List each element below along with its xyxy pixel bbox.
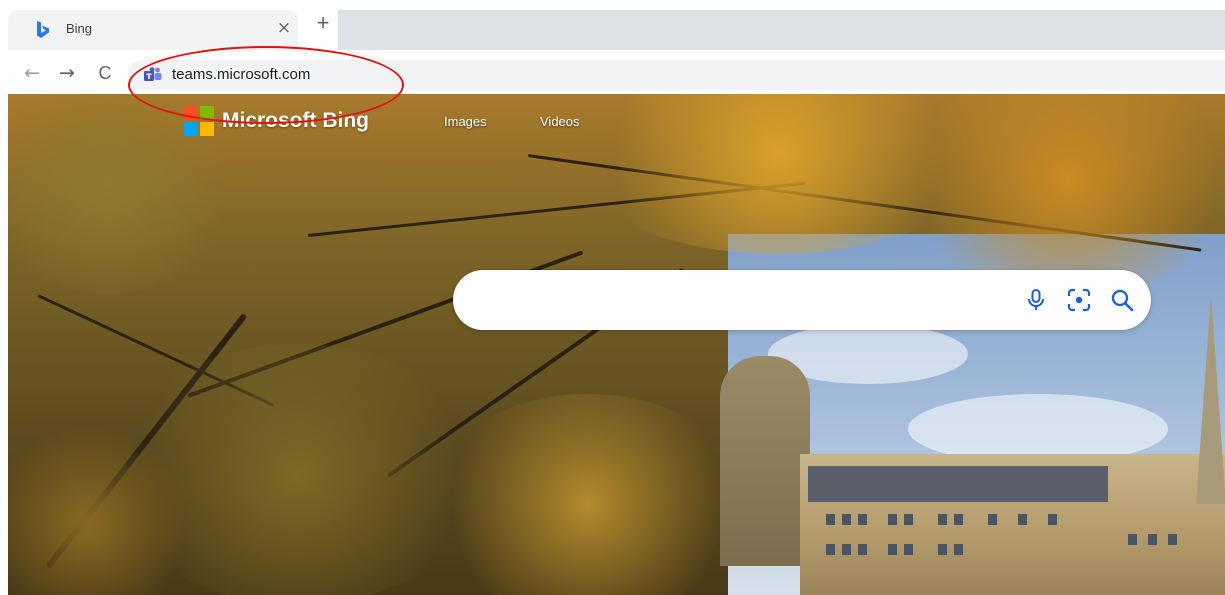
- search-input[interactable]: [479, 284, 1003, 318]
- building-window: [1168, 534, 1177, 545]
- nav-link-images[interactable]: Images: [444, 114, 487, 129]
- building-window: [888, 544, 897, 555]
- browser-toolbar: ← → C teams.microsoft.com: [0, 52, 1225, 94]
- building-window: [1048, 514, 1057, 525]
- brand-name: Microsoft Bing: [222, 109, 369, 132]
- building-window: [1018, 514, 1027, 525]
- back-arrow-icon[interactable]: ←: [19, 60, 45, 86]
- building-window: [842, 514, 851, 525]
- logo-square-blue: [184, 122, 198, 136]
- omnibox-url[interactable]: teams.microsoft.com: [172, 66, 310, 83]
- building-window: [1148, 534, 1157, 545]
- tab-bing[interactable]: Bing ×: [8, 10, 298, 50]
- search-box[interactable]: [453, 270, 1151, 330]
- building-window: [1128, 534, 1137, 545]
- building-window: [858, 514, 867, 525]
- search-icon[interactable]: [1109, 287, 1135, 313]
- tab-strip-background: [338, 10, 1225, 50]
- nav-link-videos[interactable]: Videos: [540, 114, 580, 129]
- building-window: [826, 544, 835, 555]
- microsoft-bing-logo[interactable]: Microsoft Bing: [184, 106, 369, 136]
- building-window: [904, 544, 913, 555]
- building-window: [826, 514, 835, 525]
- tab-title: Bing: [66, 21, 93, 36]
- tab-close-icon[interactable]: ×: [274, 18, 294, 38]
- new-tab-button[interactable]: +: [313, 12, 333, 34]
- foliage: [428, 394, 748, 595]
- logo-square-yellow: [200, 122, 214, 136]
- building-window: [988, 514, 997, 525]
- logo-square-red: [184, 106, 198, 120]
- bing-homepage: Microsoft Bing Images Videos: [8, 94, 1225, 595]
- reload-icon[interactable]: C: [92, 60, 118, 86]
- building-window: [938, 544, 947, 555]
- teams-icon: [144, 67, 162, 81]
- logo-square-green: [200, 106, 214, 120]
- microsoft-logo-icon: [184, 106, 214, 136]
- microphone-icon[interactable]: [1023, 287, 1049, 313]
- building-window: [904, 514, 913, 525]
- building-window: [954, 514, 963, 525]
- building-window: [938, 514, 947, 525]
- building-window: [842, 544, 851, 555]
- building-window: [858, 544, 867, 555]
- address-bar[interactable]: teams.microsoft.com: [128, 60, 1225, 90]
- building-roof: [808, 466, 1108, 502]
- tab-strip: Bing × +: [0, 0, 1225, 52]
- visual-search-icon[interactable]: [1066, 287, 1092, 313]
- building-window: [888, 514, 897, 525]
- forward-arrow-icon[interactable]: →: [54, 60, 80, 86]
- building-window: [954, 544, 963, 555]
- bing-icon: [37, 21, 49, 38]
